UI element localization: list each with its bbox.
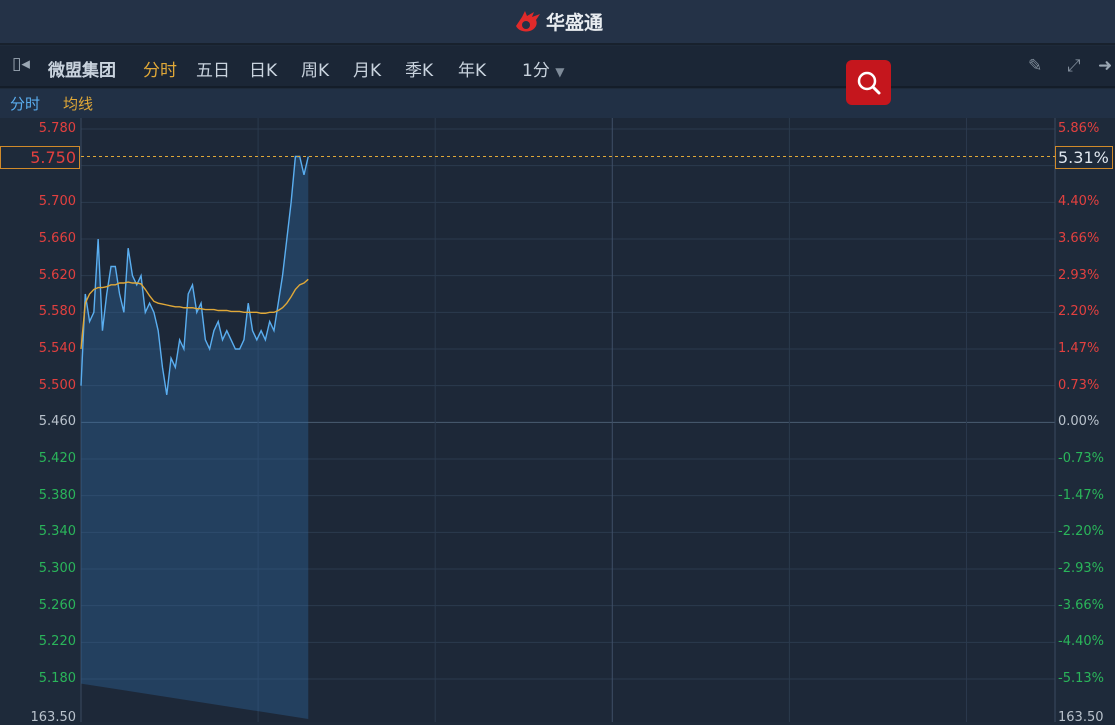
price-tick-label: 5.260 [38, 597, 76, 613]
percent-tick-label: -1.47% [1058, 487, 1104, 503]
tab-five-day[interactable]: 五日 [196, 56, 230, 81]
title-bar: 华盛通 [0, 0, 1115, 45]
chevron-down-icon: ▼ [555, 65, 565, 79]
collapse-panel-icon[interactable]: ▯◂ [12, 54, 30, 74]
price-tick-label: 5.220 [38, 634, 76, 650]
price-tick-label: 5.780 [38, 121, 76, 136]
percent-tick-label: 0.00% [1058, 414, 1100, 430]
current-change-badge: 5.31% [1055, 145, 1113, 169]
percent-tick-label: -0.73% [1058, 451, 1104, 466]
huashengtong-logo-icon [515, 10, 540, 32]
price-tick-label: 5.620 [38, 267, 76, 283]
current-price-badge: 5.750 [0, 145, 80, 169]
interval-value: 1分 [522, 61, 550, 81]
pencil-icon[interactable]: ✎ [1028, 56, 1042, 76]
percent-tick-label: 0.73% [1058, 377, 1100, 393]
exit-icon[interactable]: ➜ [1098, 56, 1112, 76]
price-tick-label: 5.700 [38, 194, 76, 210]
percent-tick-label: 3.66% [1058, 231, 1100, 246]
price-tick-label: 5.540 [38, 341, 76, 356]
price-tick-label: 5.500 [38, 377, 76, 393]
volume-label-right: 163.50 [1058, 710, 1104, 725]
tab-quarterly-k[interactable]: 季K [405, 56, 433, 81]
legend-price: 分时 [10, 95, 41, 113]
toolbar: ▯◂ 微盟集团 分时 五日 日K 周K 月K 季K 年K 1分 ▼ ✎ ⤢ ➜ [0, 46, 1115, 88]
price-tick-label: 5.380 [38, 487, 76, 503]
fullscreen-icon[interactable]: ⤢ [1067, 56, 1081, 76]
legend-bar: 分时 均线 [0, 89, 1115, 118]
tab-weekly-k[interactable]: 周K [301, 56, 329, 81]
percent-tick-label: 4.40% [1058, 194, 1100, 210]
stock-name[interactable]: 微盟集团 [48, 56, 116, 81]
percent-tick-label: 5.86% [1058, 121, 1100, 136]
percent-tick-label: -4.40% [1058, 634, 1104, 650]
price-tick-label: 5.420 [38, 451, 76, 466]
tab-daily-k[interactable]: 日K [249, 56, 277, 81]
price-tick-label: 5.300 [38, 561, 76, 576]
price-tick-label: 5.180 [38, 671, 76, 686]
percent-tick-label: 2.93% [1058, 267, 1100, 283]
volume-label-left: 163.50 [30, 710, 77, 725]
price-tick-label: 5.460 [38, 414, 76, 430]
percent-tick-label: 2.20% [1058, 304, 1100, 320]
percent-tick-label: -2.93% [1058, 561, 1104, 576]
app-logo: 华盛通 [512, 8, 603, 35]
percent-tick-label: 1.47% [1058, 341, 1100, 356]
interval-select[interactable]: 1分 ▼ [522, 56, 564, 81]
search-icon [857, 71, 880, 94]
percent-tick-label: -2.20% [1058, 524, 1104, 540]
price-tick-label: 5.580 [38, 304, 76, 320]
legend-avg: 均线 [63, 95, 94, 113]
search-button[interactable] [846, 60, 891, 105]
price-tick-label: 5.660 [38, 231, 76, 246]
percent-tick-label: -3.66% [1058, 597, 1104, 613]
app-title: 华盛通 [545, 12, 603, 34]
tab-yearly-k[interactable]: 年K [458, 56, 486, 81]
intraday-chart [80, 118, 1056, 722]
tab-intraday[interactable]: 分时 [143, 56, 177, 81]
price-tick-label: 5.340 [38, 524, 76, 540]
percent-tick-label: -5.13% [1058, 671, 1104, 686]
tab-monthly-k[interactable]: 月K [353, 56, 381, 81]
